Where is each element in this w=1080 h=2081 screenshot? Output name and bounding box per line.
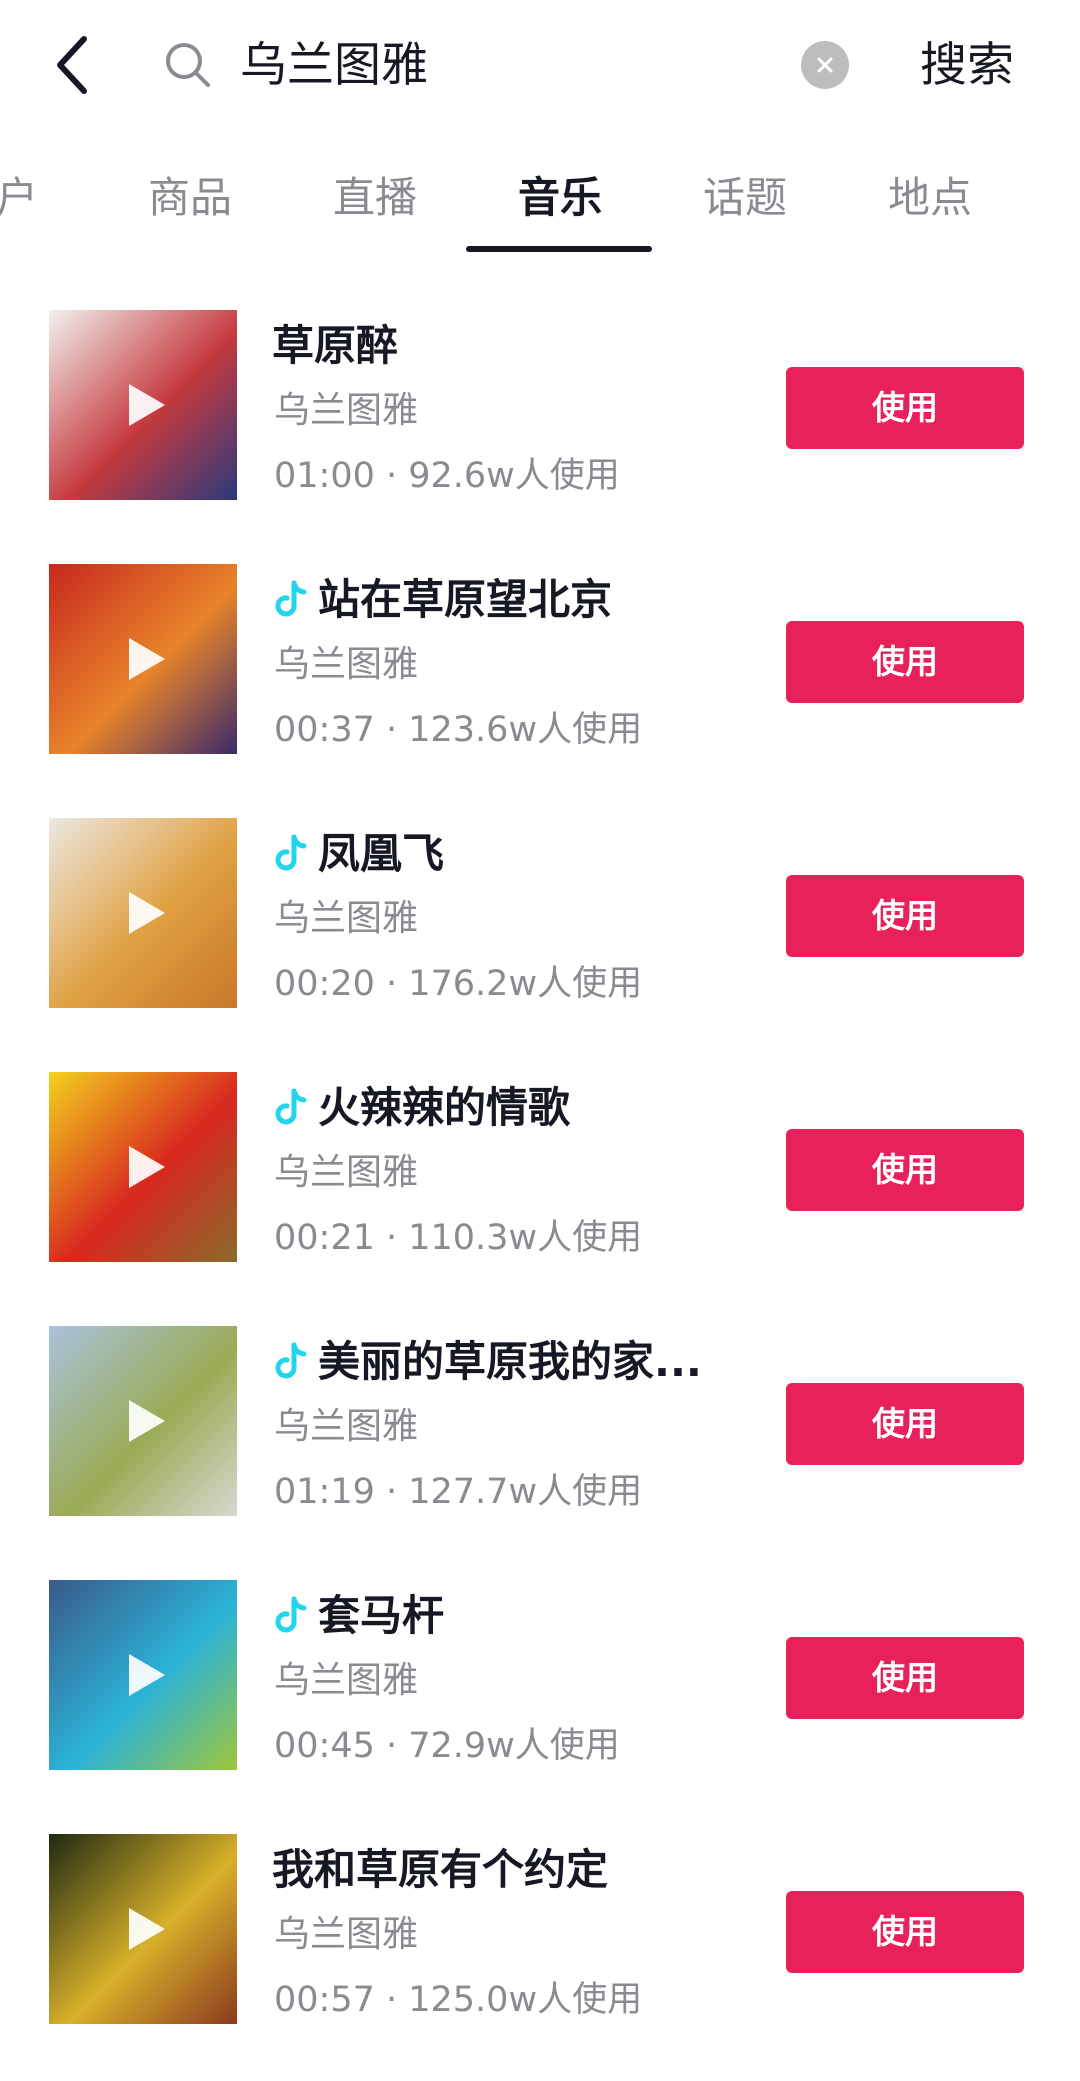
search-button[interactable]: 搜索 xyxy=(920,30,1014,102)
music-artist: 乌兰图雅 xyxy=(274,1152,419,1193)
tiktok-note-icon xyxy=(275,580,307,617)
music-artist: 乌兰图雅 xyxy=(274,390,419,431)
use-music-button[interactable]: 使用 xyxy=(786,1129,1024,1211)
music-artist: 乌兰图雅 xyxy=(274,1406,419,1447)
music-list-item[interactable]: 美丽的草原我的家... 乌兰图雅 01:19 · 127.7w人使用 使用 xyxy=(0,1316,1080,1570)
use-music-button[interactable]: 使用 xyxy=(786,621,1024,703)
album-cover[interactable] xyxy=(49,1072,237,1262)
music-title-row: 美丽的草原我的家... xyxy=(272,1330,702,1394)
use-music-button[interactable]: 使用 xyxy=(786,1891,1024,1973)
album-cover[interactable] xyxy=(49,310,237,500)
tiktok-note-icon xyxy=(275,1088,307,1125)
album-cover[interactable] xyxy=(49,564,237,754)
music-title: 美丽的草原我的家... xyxy=(318,1337,702,1386)
music-duration-usage: 00:20 · 176.2w人使用 xyxy=(274,964,643,1004)
music-title: 套马杆 xyxy=(318,1591,445,1640)
music-title-row: 凤凰飞 xyxy=(272,822,444,886)
play-icon[interactable] xyxy=(119,634,169,684)
play-icon[interactable] xyxy=(119,1142,169,1192)
music-title: 凤凰飞 xyxy=(318,829,445,878)
tab-places[interactable]: 地点 xyxy=(875,168,985,228)
music-duration-usage: 00:37 · 123.6w人使用 xyxy=(274,710,643,750)
music-title: 站在草原望北京 xyxy=(318,575,613,624)
use-music-button[interactable]: 使用 xyxy=(786,875,1024,957)
music-list-item[interactable]: 站在草原望北京乌兰图雅 00:37 · 123.6w人使用 使用 xyxy=(0,554,1080,808)
album-cover[interactable] xyxy=(49,1580,237,1770)
active-tab-indicator xyxy=(466,246,652,252)
music-artist: 乌兰图雅 xyxy=(274,1914,419,1955)
play-icon[interactable] xyxy=(119,1904,169,1954)
tiktok-note-icon xyxy=(275,1596,307,1633)
use-music-button[interactable]: 使用 xyxy=(786,1383,1024,1465)
music-list-item[interactable]: 我和草原有个约定乌兰图雅 00:57 · 125.0w人使用 使用 xyxy=(0,1824,1080,2078)
play-icon[interactable] xyxy=(119,888,169,938)
album-cover[interactable] xyxy=(49,1834,237,2024)
music-duration-usage: 00:45 · 72.9w人使用 xyxy=(274,1726,620,1766)
search-input[interactable]: 乌兰图雅 xyxy=(240,30,428,102)
music-duration-usage: 00:57 · 125.0w人使用 xyxy=(274,1980,643,2020)
music-title-row: 套马杆 xyxy=(272,1584,444,1648)
tab-products[interactable]: 商品 xyxy=(135,168,245,228)
search-icon xyxy=(166,43,210,87)
play-icon[interactable] xyxy=(119,1650,169,1700)
music-title-row: 草原醉 xyxy=(272,314,398,378)
search-header: 乌兰图雅 搜索 xyxy=(0,0,1080,130)
tab-music[interactable]: 音乐 xyxy=(505,168,615,228)
use-music-button[interactable]: 使用 xyxy=(786,367,1024,449)
chevron-left-icon xyxy=(57,36,87,94)
music-title-row: 我和草原有个约定 xyxy=(272,1838,608,1902)
category-tabs: 户 商品 直播 音乐 话题 地点 xyxy=(0,150,1080,260)
play-icon[interactable] xyxy=(119,380,169,430)
music-artist: 乌兰图雅 xyxy=(274,1660,419,1701)
tab-users[interactable]: 户 xyxy=(0,168,56,228)
music-title: 火辣辣的情歌 xyxy=(318,1083,571,1132)
music-list-item[interactable]: 草原醉乌兰图雅 01:00 · 92.6w人使用 使用 xyxy=(0,300,1080,554)
music-list-item[interactable]: 火辣辣的情歌乌兰图雅 00:21 · 110.3w人使用 使用 xyxy=(0,1062,1080,1316)
tab-topics[interactable]: 话题 xyxy=(690,168,800,228)
music-artist: 乌兰图雅 xyxy=(274,898,419,939)
music-title: 草原醉 xyxy=(272,321,399,370)
music-duration-usage: 00:21 · 110.3w人使用 xyxy=(274,1218,643,1258)
album-cover[interactable] xyxy=(49,818,237,1008)
tab-live[interactable]: 直播 xyxy=(320,168,430,228)
tiktok-note-icon xyxy=(275,1342,307,1379)
play-icon[interactable] xyxy=(119,1396,169,1446)
tiktok-note-icon xyxy=(275,834,307,871)
music-duration-usage: 01:00 · 92.6w人使用 xyxy=(274,456,620,496)
music-title-row: 火辣辣的情歌 xyxy=(272,1076,570,1140)
use-music-button[interactable]: 使用 xyxy=(786,1637,1024,1719)
album-cover[interactable] xyxy=(49,1326,237,1516)
music-title-row: 站在草原望北京 xyxy=(272,568,612,632)
music-duration-usage: 01:19 · 127.7w人使用 xyxy=(274,1472,643,1512)
music-list-item[interactable]: 凤凰飞乌兰图雅 00:20 · 176.2w人使用 使用 xyxy=(0,808,1080,1062)
music-artist: 乌兰图雅 xyxy=(274,644,419,685)
back-button[interactable] xyxy=(42,28,102,102)
music-title: 我和草原有个约定 xyxy=(272,1845,609,1894)
clear-icon xyxy=(817,57,833,73)
clear-button[interactable] xyxy=(801,41,849,89)
music-list-item[interactable]: 套马杆乌兰图雅 00:45 · 72.9w人使用 使用 xyxy=(0,1570,1080,1824)
